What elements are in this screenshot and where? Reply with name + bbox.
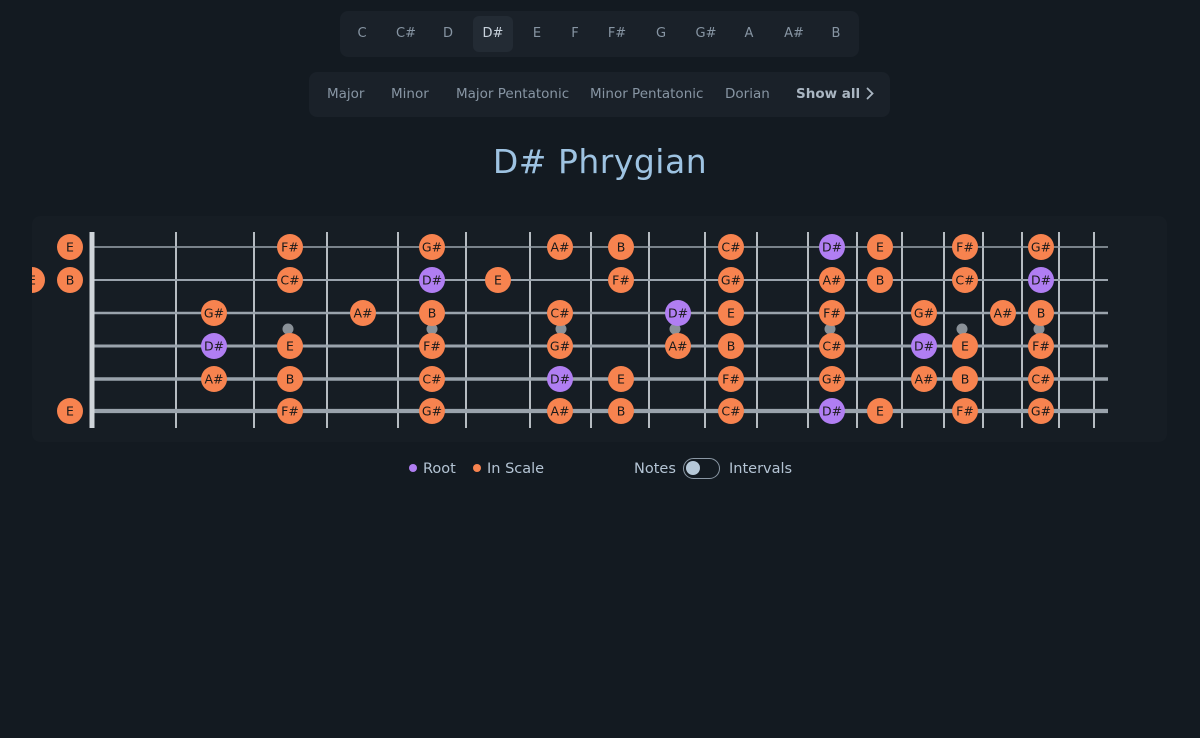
note-label: A# (204, 372, 223, 387)
key-button-g[interactable]: G (646, 16, 676, 52)
legend-in-scale: In Scale (473, 459, 544, 479)
note-label: G# (204, 306, 224, 321)
note-label: A# (668, 339, 687, 354)
key-button-d[interactable]: D (436, 16, 460, 52)
note-label: G# (550, 339, 570, 354)
note-label: E (66, 240, 74, 255)
toggle-left-label: Notes (634, 461, 676, 477)
key-button-f[interactable]: F (564, 16, 586, 52)
note-label: G# (422, 404, 442, 419)
show-all-label: Show all (796, 86, 861, 102)
note-label: B (617, 404, 626, 419)
note-label: D# (914, 339, 934, 354)
fretboard-panel: E F# G# A# B C# D# E F# G# B C# D# E F# G# A# B C# D# E G# A# B… (32, 216, 1167, 442)
fret-inlay-dot (956, 323, 968, 335)
note-label: E (617, 372, 625, 387)
note-label: E (66, 404, 74, 419)
note-label: B (876, 273, 885, 288)
toggle-right-label: Intervals (729, 461, 793, 477)
note-label: G# (422, 240, 442, 255)
note-label: B (66, 273, 75, 288)
note-label: G# (1031, 404, 1051, 419)
key-button-a[interactable]: A (737, 16, 761, 52)
note-label: D# (822, 240, 842, 255)
key-button-e[interactable]: E (525, 16, 549, 52)
note-label: F# (281, 404, 299, 419)
note-label: A# (914, 372, 933, 387)
note-label: C# (955, 273, 974, 288)
scale-button-major-pentatonic[interactable]: Major Pentatonic (456, 72, 569, 117)
key-button-b[interactable]: B (824, 16, 848, 52)
legend-in-scale-label: In Scale (487, 461, 545, 477)
note-label: B (617, 240, 626, 255)
note-label: E (494, 273, 502, 288)
toggle-knob (686, 461, 700, 475)
note-label: D# (204, 339, 224, 354)
note-label: F# (281, 240, 299, 255)
notes-intervals-toggle[interactable] (683, 458, 720, 479)
key-button-c-sharp[interactable]: C# (391, 16, 421, 52)
note-label: F# (956, 404, 974, 419)
scale-button-minor-pentatonic[interactable]: Minor Pentatonic (590, 72, 703, 117)
note-label: E (32, 273, 36, 288)
key-button-c[interactable]: C (351, 16, 373, 52)
note-label: F# (423, 339, 441, 354)
note-label: D# (422, 273, 442, 288)
legend-root: Root (409, 459, 456, 479)
chevron-right-icon (866, 74, 874, 119)
key-button-f-sharp[interactable]: F# (601, 16, 633, 52)
note-label: D# (822, 404, 842, 419)
note-label: A# (550, 240, 569, 255)
note-label: D# (550, 372, 570, 387)
note-label: F# (722, 372, 740, 387)
note-label: D# (668, 306, 688, 321)
key-button-d-sharp[interactable]: D# (473, 16, 513, 52)
note-label: A# (353, 306, 372, 321)
note-label: A# (550, 404, 569, 419)
note-label: C# (1031, 372, 1050, 387)
note-label: A# (822, 273, 841, 288)
scale-selector: Major Minor Major Pentatonic Minor Pentaton… (309, 72, 890, 117)
in-scale-dot-icon (473, 464, 481, 472)
note-label: B (1037, 306, 1046, 321)
note-label: E (876, 240, 884, 255)
note-label: E (727, 306, 735, 321)
root-dot-icon (409, 464, 417, 472)
scale-button-dorian[interactable]: Dorian (725, 72, 770, 117)
note-label: F# (612, 273, 630, 288)
note-label: D# (1031, 273, 1051, 288)
fret-inlay-dot (282, 323, 294, 335)
note-label: C# (721, 240, 740, 255)
note-label: C# (550, 306, 569, 321)
note-label: B (286, 372, 295, 387)
key-button-a-sharp[interactable]: A# (776, 16, 812, 52)
note-label: G# (1031, 240, 1051, 255)
key-button-g-sharp[interactable]: G# (688, 16, 724, 52)
note-label: E (876, 404, 884, 419)
key-selector: C C# D D# E F F# G G# A A# B (340, 11, 859, 57)
scale-button-minor[interactable]: Minor (391, 72, 429, 117)
scale-button-major[interactable]: Major (327, 72, 364, 117)
note-label: F# (1032, 339, 1050, 354)
note-label: E (961, 339, 969, 354)
note-label: C# (721, 404, 740, 419)
legend-root-label: Root (423, 461, 456, 477)
note-label: C# (280, 273, 299, 288)
nut (89, 232, 95, 428)
show-all-button[interactable]: Show all (796, 72, 874, 117)
note-label: G# (914, 306, 934, 321)
note-label: E (286, 339, 294, 354)
fretboard: E F# G# A# B C# D# E F# G# B C# D# E F# G# A# B C# D# E G# A# B… (32, 232, 1108, 428)
note-label: G# (822, 372, 842, 387)
note-label: F# (823, 306, 841, 321)
note-label: G# (721, 273, 741, 288)
note-label: B (428, 306, 437, 321)
note-label: A# (993, 306, 1012, 321)
note-label: C# (422, 372, 441, 387)
note-label: B (961, 372, 970, 387)
note-label: C# (822, 339, 841, 354)
note-label: B (727, 339, 736, 354)
note-label: F# (956, 240, 974, 255)
page-title: D# Phrygian (492, 142, 708, 181)
